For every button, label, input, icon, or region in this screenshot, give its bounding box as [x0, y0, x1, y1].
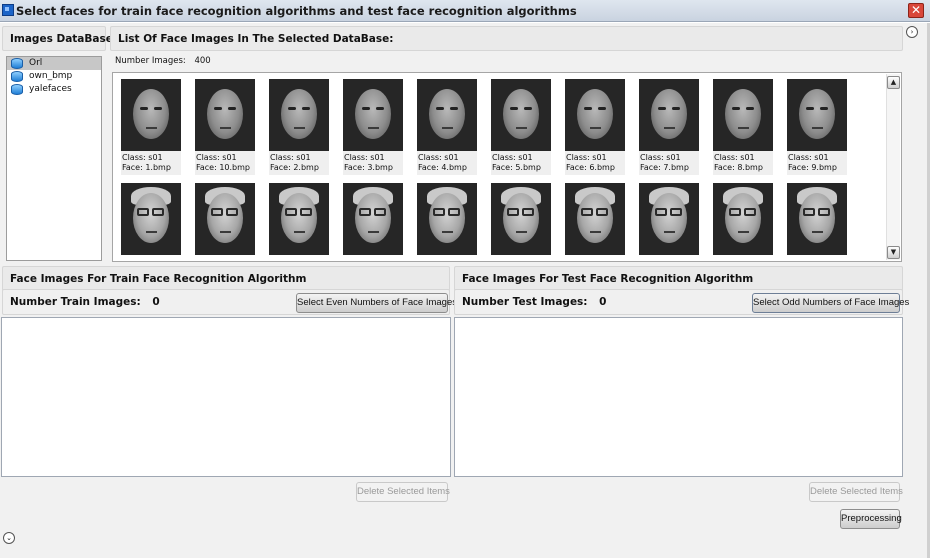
face-caption: Class: s01 Face: 3.bmp	[343, 151, 403, 175]
face-thumbnail[interactable]: Class: s01 Face: 1.bmp	[119, 79, 193, 175]
face-thumbnail[interactable]: Class: s01 Face: 5.bmp	[489, 79, 563, 175]
close-button[interactable]: ✕	[908, 3, 924, 18]
face-thumbnail[interactable]: Class: s01 Face: 4.bmp	[415, 79, 489, 175]
face-thumbnail[interactable]	[785, 183, 859, 255]
database-item-label: Orl	[29, 58, 43, 68]
preprocessing-button[interactable]: Preprocessing	[840, 509, 902, 529]
face-image	[787, 183, 847, 255]
collapse-bottom-icon[interactable]: ⌄	[3, 532, 15, 544]
database-item-yalefaces[interactable]: yalefaces	[7, 83, 101, 96]
face-thumbnail[interactable]: Class: s01 Face: 9.bmp	[785, 79, 859, 175]
face-image	[195, 183, 255, 255]
database-item-orl[interactable]: Orl	[7, 57, 101, 70]
vertical-scrollbar[interactable]: ▲ ▼	[886, 74, 900, 260]
face-thumbnail[interactable]	[489, 183, 563, 255]
face-caption: Class: s01 Face: 5.bmp	[491, 151, 551, 175]
train-section-header: Face Images For Train Face Recognition A…	[2, 266, 450, 291]
face-caption: Class: s01 Face: 7.bmp	[639, 151, 699, 175]
face-image	[565, 79, 625, 151]
face-image	[713, 79, 773, 151]
database-item-label: own_bmp	[29, 71, 73, 81]
train-count-value: 0	[152, 296, 160, 308]
window-title: Select faces for train face recognition …	[16, 4, 577, 18]
database-list-header: Images DataBase List:	[2, 26, 142, 51]
number-images-row: Number Images: 400	[115, 56, 211, 66]
database-icon	[11, 71, 23, 82]
collapse-right-icon[interactable]: ›	[906, 26, 918, 38]
face-image	[639, 183, 699, 255]
test-section-header: Face Images For Test Face Recognition Al…	[454, 266, 903, 291]
train-images-list[interactable]	[1, 317, 451, 477]
database-list[interactable]: Orl own_bmp yalefaces	[6, 56, 102, 261]
select-even-button[interactable]: Select Even Numbers of Face Images	[296, 293, 457, 313]
face-thumbnail[interactable]	[193, 183, 267, 255]
test-delete-button[interactable]: Delete Selected Items	[809, 482, 903, 502]
face-thumbnail[interactable]: Class: s01 Face: 7.bmp	[637, 79, 711, 175]
database-item-own-bmp[interactable]: own_bmp	[7, 70, 101, 83]
face-image	[343, 183, 403, 255]
face-thumbnail[interactable]	[415, 183, 489, 255]
select-odd-button[interactable]: Select Odd Numbers of Face Images	[752, 293, 909, 313]
face-caption: Class: s01 Face: 9.bmp	[787, 151, 847, 175]
test-count-label: Number Test Images:	[462, 296, 588, 308]
train-section-title: Face Images For Train Face Recognition A…	[10, 273, 307, 285]
face-thumbnail[interactable]	[563, 183, 637, 255]
app-icon	[2, 4, 14, 16]
face-thumbnail[interactable]	[711, 183, 785, 255]
face-image	[491, 183, 551, 255]
face-thumbnail[interactable]: Class: s01 Face: 3.bmp	[341, 79, 415, 175]
face-image	[121, 79, 181, 151]
database-icon	[11, 58, 23, 69]
face-thumbnail[interactable]: Class: s01 Face: 10.bmp	[193, 79, 267, 175]
face-caption: Class: s01 Face: 4.bmp	[417, 151, 477, 175]
face-image	[565, 183, 625, 255]
face-thumbnail[interactable]: Class: s01 Face: 2.bmp	[267, 79, 341, 175]
face-image	[417, 183, 477, 255]
face-images-header: List Of Face Images In The Selected Data…	[110, 26, 903, 51]
face-thumbnail[interactable]	[267, 183, 341, 255]
face-images-title: List Of Face Images In The Selected Data…	[118, 33, 394, 45]
database-item-label: yalefaces	[29, 84, 72, 94]
face-caption: Class: s01 Face: 2.bmp	[269, 151, 329, 175]
title-bar: Select faces for train face recognition …	[0, 0, 930, 22]
scroll-up-icon[interactable]: ▲	[887, 76, 900, 89]
main-window: Images DataBase List: Orl own_bmp yalefa…	[0, 23, 930, 558]
face-image	[639, 79, 699, 151]
scroll-down-icon[interactable]: ▼	[887, 246, 900, 259]
database-icon	[11, 84, 23, 95]
face-image	[343, 79, 403, 151]
number-images-value: 400	[194, 56, 211, 66]
face-thumbnail[interactable]: Class: s01 Face: 8.bmp	[711, 79, 785, 175]
face-image	[417, 79, 477, 151]
face-caption: Class: s01 Face: 6.bmp	[565, 151, 625, 175]
face-thumbnail[interactable]	[341, 183, 415, 255]
face-thumbnail[interactable]	[119, 183, 193, 255]
test-section-title: Face Images For Test Face Recognition Al…	[462, 273, 754, 285]
face-thumbnail[interactable]	[637, 183, 711, 255]
face-images-grid[interactable]: Class: s01 Face: 1.bmp Class: s01 Face: 10…	[112, 72, 902, 262]
face-caption: Class: s01 Face: 8.bmp	[713, 151, 773, 175]
face-image	[195, 79, 255, 151]
face-image	[787, 79, 847, 151]
test-count-value: 0	[599, 296, 607, 308]
face-image	[713, 183, 773, 255]
face-image	[269, 79, 329, 151]
face-image	[491, 79, 551, 151]
face-image	[121, 183, 181, 255]
face-thumbnail[interactable]: Class: s01 Face: 6.bmp	[563, 79, 637, 175]
face-caption: Class: s01 Face: 10.bmp	[195, 151, 255, 175]
face-caption: Class: s01 Face: 1.bmp	[121, 151, 181, 175]
train-delete-button[interactable]: Delete Selected Items	[356, 482, 450, 502]
face-image	[269, 183, 329, 255]
train-count-label: Number Train Images:	[10, 296, 141, 308]
number-images-label: Number Images:	[115, 56, 186, 66]
test-images-list[interactable]	[454, 317, 903, 477]
